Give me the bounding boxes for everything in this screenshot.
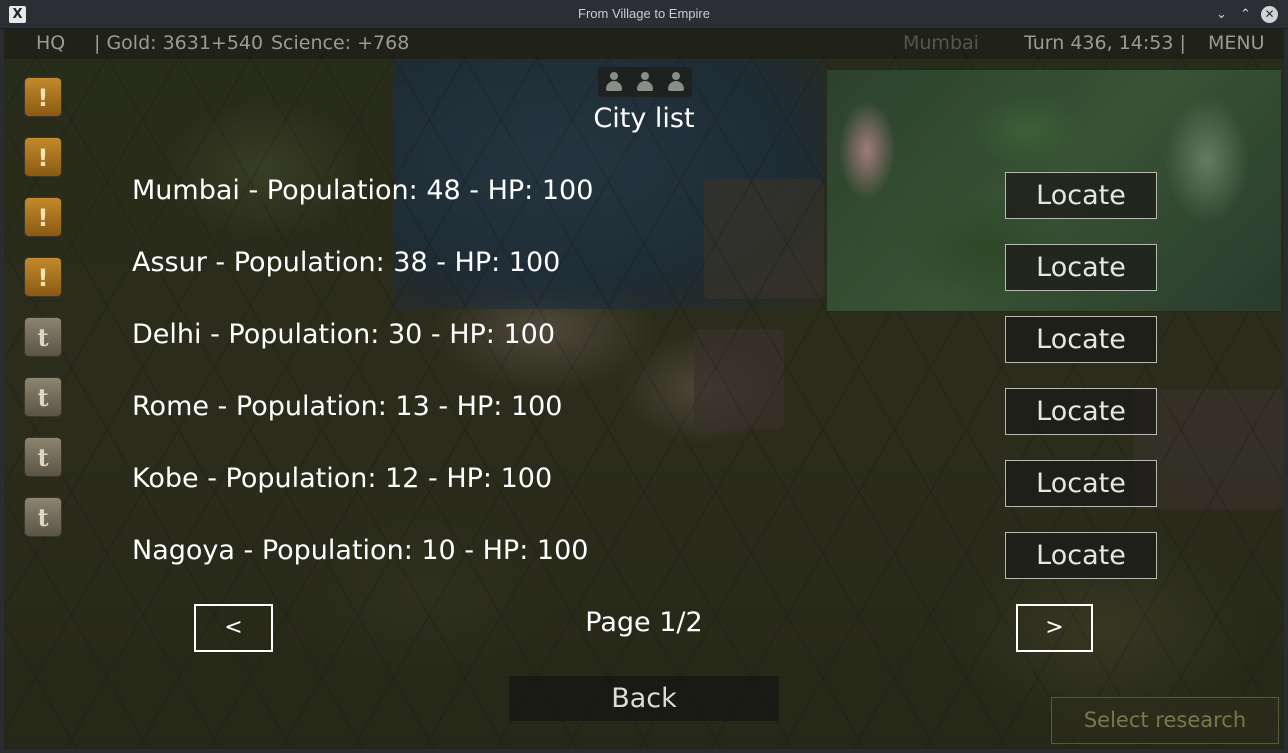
notification-tech[interactable]: t — [24, 497, 62, 537]
top-bar: HQ | Gold: 3631+540 Science: +768 Mumbai… — [4, 29, 1284, 59]
city-row: Assur - Population: 38 - HP: 100 — [132, 247, 561, 278]
notification-alert[interactable]: ! — [24, 197, 62, 237]
city-row: Mumbai - Population: 48 - HP: 100 — [132, 175, 594, 206]
select-research-button[interactable]: Select research — [1051, 697, 1279, 744]
locate-button[interactable]: Locate — [1005, 316, 1157, 363]
window-title: From Village to Empire — [578, 6, 710, 21]
person-icon — [667, 72, 685, 92]
panel-title: City list — [593, 103, 695, 134]
t-icon: t — [37, 443, 49, 472]
notification-alert[interactable]: ! — [24, 257, 62, 297]
locate-button[interactable]: Locate — [1005, 388, 1157, 435]
city-row: Nagoya - Population: 10 - HP: 100 — [132, 535, 589, 566]
person-icon — [636, 72, 654, 92]
menu-button[interactable]: MENU — [1208, 32, 1265, 54]
locate-button[interactable]: Locate — [1005, 244, 1157, 291]
city-row: Rome - Population: 13 - HP: 100 — [132, 391, 563, 422]
exclamation-icon: ! — [37, 264, 49, 292]
locate-button[interactable]: Locate — [1005, 460, 1157, 507]
hq-button[interactable]: HQ — [36, 32, 65, 54]
turn-display: Turn 436, 14:53 | — [1024, 32, 1186, 54]
current-city[interactable]: Mumbai — [903, 32, 979, 54]
exclamation-icon: ! — [37, 144, 49, 172]
t-icon: t — [37, 503, 49, 532]
window-titlebar: X From Village to Empire ⌄ ⌃ ✕ — [0, 0, 1288, 29]
city-row: Delhi - Population: 30 - HP: 100 — [132, 319, 556, 350]
notification-tech[interactable]: t — [24, 437, 62, 477]
locate-button[interactable]: Locate — [1005, 172, 1157, 219]
person-icon — [605, 72, 623, 92]
game-viewport[interactable]: HQ | Gold: 3631+540 Science: +768 Mumbai… — [4, 29, 1284, 749]
notification-alert[interactable]: ! — [24, 137, 62, 177]
back-button[interactable]: Back — [509, 676, 779, 721]
profile-icons — [598, 67, 692, 97]
t-icon: t — [37, 323, 49, 352]
notification-tech[interactable]: t — [24, 377, 62, 417]
minimize-icon[interactable]: ⌄ — [1213, 6, 1230, 23]
close-icon[interactable]: ✕ — [1261, 6, 1278, 23]
city-row: Kobe - Population: 12 - HP: 100 — [132, 463, 553, 494]
notification-tech[interactable]: t — [24, 317, 62, 357]
science-display: Science: +768 — [271, 32, 410, 54]
gold-display: | Gold: 3631+540 — [94, 32, 264, 54]
next-page-button[interactable]: > — [1016, 604, 1093, 652]
locate-button[interactable]: Locate — [1005, 532, 1157, 579]
t-icon: t — [37, 383, 49, 412]
exclamation-icon: ! — [37, 204, 49, 232]
maximize-icon[interactable]: ⌃ — [1237, 6, 1254, 23]
